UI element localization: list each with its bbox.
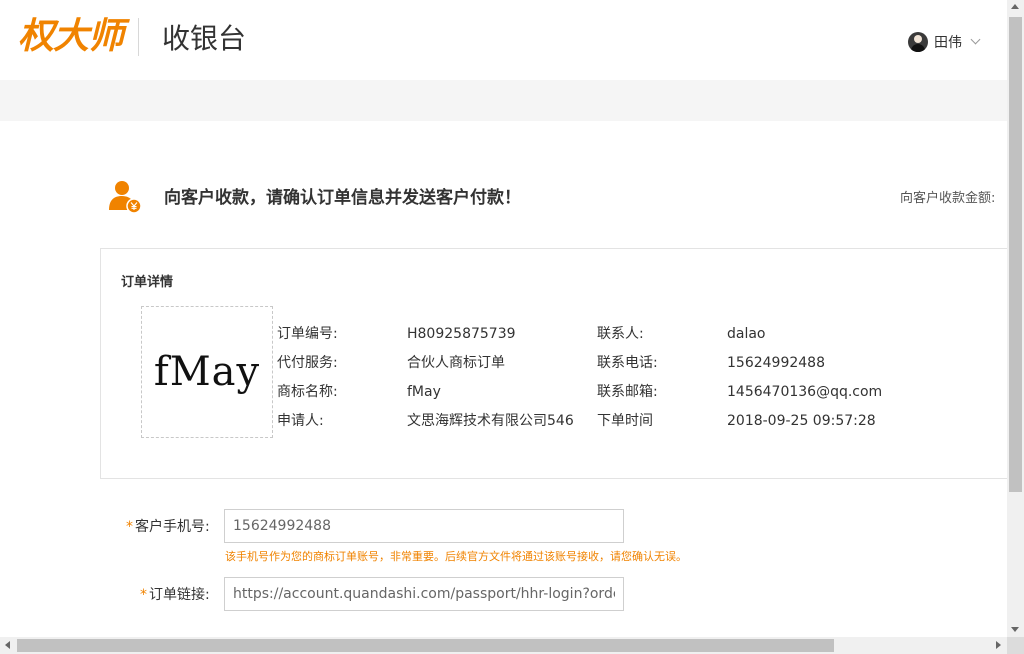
chevron-down-icon xyxy=(970,34,981,45)
link-field-label: * 订单链接: xyxy=(140,585,210,605)
phone-hint: 该手机号作为您的商标订单账号，非常重要。后续官方文件将通过该账号接收，请您确认无… xyxy=(225,550,687,563)
phone-label-text: 客户手机号: xyxy=(135,519,210,535)
trademark-name-label: 商标名称: xyxy=(277,384,338,400)
contact-email-value: 1456470136@qq.com xyxy=(727,384,883,400)
vertical-scroll-thumb[interactable] xyxy=(1009,17,1022,492)
trademark-image-text: fMay xyxy=(153,349,261,395)
order-time-value: 2018-09-25 09:57:28 xyxy=(727,413,876,429)
user-menu[interactable]: 田伟 xyxy=(908,30,981,54)
top-header: 权大师 收银台 田伟 xyxy=(0,0,1007,80)
vertical-scrollbar[interactable] xyxy=(1007,0,1024,637)
contact-phone-label: 联系电话: xyxy=(597,355,658,371)
header-spacer-band xyxy=(0,80,1007,121)
user-avatar-icon xyxy=(908,32,928,52)
order-details-card: 订单详情 fMay 订单编号: H80925875739 代付服务: 合伙人商标… xyxy=(100,248,1007,479)
order-number-label: 订单编号: xyxy=(277,326,338,342)
user-name: 田伟 xyxy=(934,35,962,51)
customer-phone-input[interactable] xyxy=(224,509,624,543)
order-time-label: 下单时间 xyxy=(597,413,653,429)
header-divider xyxy=(138,18,139,56)
order-number-value: H80925875739 xyxy=(407,326,516,342)
service-value: 合伙人商标订单 xyxy=(407,355,505,371)
brand-logo[interactable]: 权大师 xyxy=(18,14,124,58)
horizontal-scrollbar[interactable] xyxy=(0,637,1007,654)
amount-label: 向客户收款金额: xyxy=(900,191,996,206)
contact-label: 联系人: xyxy=(597,326,644,342)
page-title: 收银台 xyxy=(162,22,247,55)
contact-email-label: 联系邮箱: xyxy=(597,384,658,400)
trademark-image: fMay xyxy=(141,306,273,438)
trademark-name-value: fMay xyxy=(407,384,441,400)
scroll-up-arrow-icon[interactable] xyxy=(1011,4,1019,9)
phone-field-label: * 客户手机号: xyxy=(126,517,210,537)
contact-phone-value: 15624992488 xyxy=(727,355,825,371)
scroll-right-arrow-icon[interactable] xyxy=(996,641,1001,649)
applicant-label: 申请人: xyxy=(277,413,324,429)
required-mark: * xyxy=(140,587,147,603)
scrollbar-corner xyxy=(1007,637,1024,654)
customer-payment-icon xyxy=(109,181,142,214)
notice-title: 向客户收款，请确认订单信息并发送客户付款！ xyxy=(164,188,521,208)
applicant-value: 文思海辉技术有限公司546 xyxy=(407,413,574,429)
horizontal-scroll-thumb[interactable] xyxy=(17,639,834,652)
order-link-input[interactable] xyxy=(224,577,624,611)
contact-value: dalao xyxy=(727,326,766,342)
link-label-text: 订单链接: xyxy=(149,587,210,603)
scroll-down-arrow-icon[interactable] xyxy=(1011,627,1019,632)
service-label: 代付服务: xyxy=(277,355,338,371)
order-details-title: 订单详情 xyxy=(121,275,174,290)
required-mark: * xyxy=(126,519,133,535)
scroll-left-arrow-icon[interactable] xyxy=(5,641,10,649)
page-viewport: 权大师 收银台 田伟 向客户收款，请确认订单信息并发送客户付款！ 向客户收款金额… xyxy=(0,0,1007,637)
